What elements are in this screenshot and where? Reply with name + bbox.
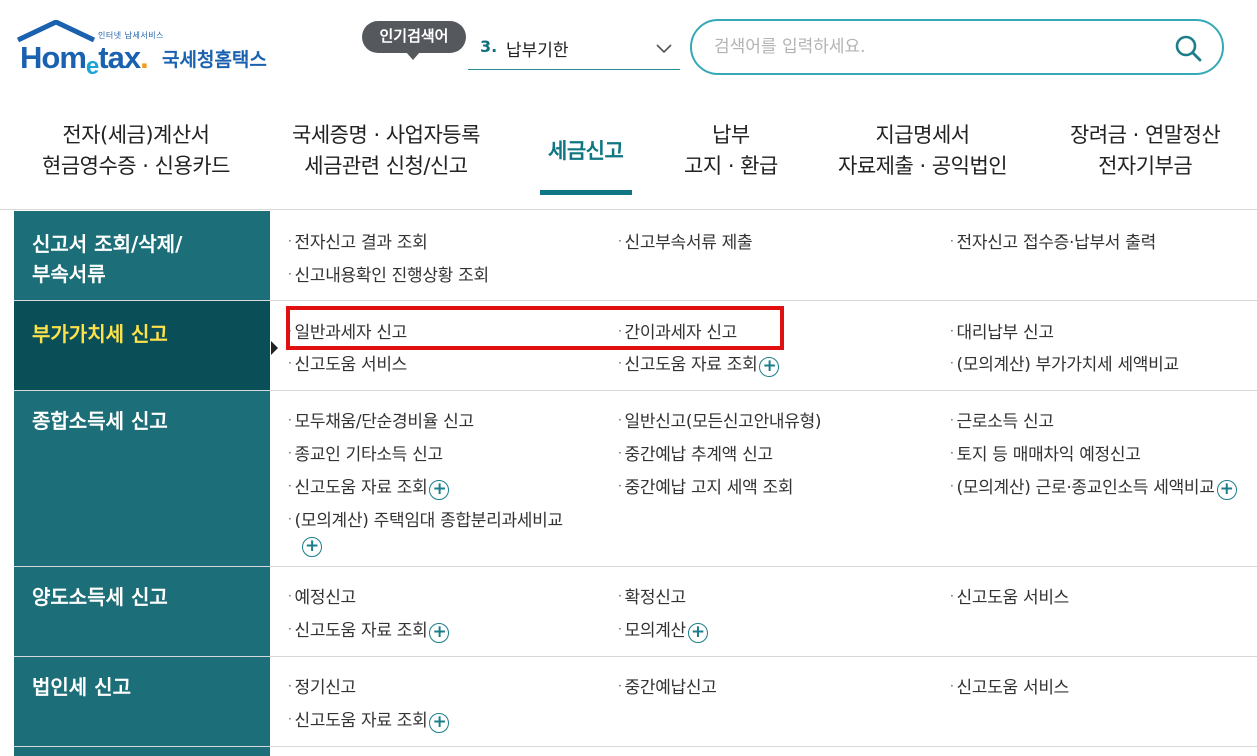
section-side-strip	[14, 747, 270, 756]
menu-link[interactable]: · 모의계산 +	[618, 616, 708, 643]
menu-link[interactable]: · 근로소득 신고	[950, 407, 1054, 432]
nav-certificate[interactable]: 국세증명 · 사업자등록 세금관련 신청/신고	[292, 120, 480, 182]
house-roof-icon	[16, 20, 96, 42]
menu-link[interactable]: · (모의계산) 부가가치세 세액비교	[950, 350, 1179, 375]
highlight-box	[286, 306, 784, 350]
menu-link[interactable]: · (모의계산) 근로·종교인소득 세액비교 +	[950, 473, 1237, 500]
menu-link[interactable]: · 토지 등 매매차익 예정신고	[950, 440, 1141, 465]
section-income-tax: 종합소득세 신고 · 모두채움/단순경비율 신고 · 일반신고(모든신고안내유형) …	[14, 391, 1257, 567]
section-title-line: 부속서류	[32, 262, 106, 286]
hometax-logo[interactable]: 인터넷 납세서비스 Hometax. 국세청홈택스	[14, 18, 284, 80]
popular-search-select[interactable]: 3. 납부기한	[468, 30, 680, 70]
menu-link[interactable]: · 전자신고 결과 조회	[288, 228, 428, 253]
plus-icon[interactable]: +	[687, 623, 708, 643]
menu-link[interactable]: · 신고도움 서비스	[288, 350, 407, 375]
section-title-line: 종합소득세 신고	[32, 409, 168, 433]
section-title[interactable]: 법인세 신고	[14, 657, 270, 746]
header: 인터넷 납세서비스 Hometax. 국세청홈택스 인기검색어 3. 납부기한	[0, 0, 1257, 100]
section-title-line: 법인세 신고	[32, 675, 131, 699]
menu-link[interactable]: · 신고도움 서비스	[950, 583, 1069, 608]
menu-link[interactable]: · 신고도움 자료 조회 +	[288, 706, 450, 733]
nav-label: 현금영수증 · 신용카드	[42, 154, 230, 178]
section-title[interactable]: 신고서 조회/삭제/ 부속서류	[14, 211, 270, 300]
search-icon[interactable]	[1174, 34, 1202, 62]
plus-icon[interactable]: +	[429, 713, 450, 733]
section-corporate-tax: 법인세 신고 · 정기신고 · 중간예납신고 · 신고도움 서비스 · 신고도움 자료 …	[14, 657, 1257, 747]
plus-icon[interactable]: +	[302, 537, 322, 557]
menu-link[interactable]: · 종교인 기타소득 신고	[288, 440, 443, 465]
popular-rank: 3.	[480, 37, 498, 56]
menu-link[interactable]: · 신고부속서류 제출	[618, 228, 753, 253]
menu-link[interactable]: · 정기신고	[288, 673, 356, 698]
menu-link[interactable]: · 신고도움 자료 조회 +	[288, 473, 450, 500]
popular-keyword: 납부기한	[506, 41, 569, 61]
logo-brand: Hometax.	[20, 40, 149, 80]
menu-content: 신고서 조회/삭제/ 부속서류 · 전자신고 결과 조회 · 신고부속서류 제출 ·…	[14, 211, 1257, 756]
section-links: · 모두채움/단순경비율 신고 · 일반신고(모든신고안내유형) · 근로소득 신고 …	[270, 391, 1257, 566]
plus-icon[interactable]: +	[1216, 480, 1237, 500]
nav-label: 세금신고	[548, 139, 624, 163]
nav-label: 전자(세금)계산서	[62, 123, 210, 147]
section-title[interactable]: 양도소득세 신고	[14, 567, 270, 656]
section-links: · 예정신고 · 확정신고 · 신고도움 서비스 · 신고도움 자료 조회 + · 모의계산…	[270, 567, 1257, 656]
nav-active-indicator	[540, 190, 632, 195]
nav-e-invoice[interactable]: 전자(세금)계산서 현금영수증 · 신용카드	[42, 120, 230, 182]
menu-link[interactable]: · 신고도움 서비스	[950, 673, 1069, 698]
menu-link[interactable]: · 신고도움 자료 조회 +	[618, 350, 780, 377]
plus-icon[interactable]: +	[429, 480, 450, 500]
nav-tax-filing[interactable]: 세금신고	[548, 136, 624, 167]
main-navigation: 전자(세금)계산서 현금영수증 · 신용카드 국세증명 · 사업자등록 세금관련…	[0, 100, 1257, 210]
section-links: · 정기신고 · 중간예납신고 · 신고도움 서비스 · 신고도움 자료 조회 +	[270, 657, 1257, 746]
logo-brand-kr: 국세청홈택스	[162, 49, 267, 71]
menu-link[interactable]: · 중간예납 고지 세액 조회	[618, 473, 794, 498]
nav-payment[interactable]: 납부 고지 · 환급	[684, 120, 778, 182]
section-transfer-tax: 양도소득세 신고 · 예정신고 · 확정신고 · 신고도움 서비스 · 신고도움 자료 …	[14, 567, 1257, 657]
menu-link[interactable]: +	[300, 535, 322, 557]
nav-label: 장려금 · 연말정산	[1070, 123, 1221, 147]
section-title-line: 양도소득세 신고	[32, 585, 168, 609]
section-title-line: 부가가치세 신고	[32, 322, 168, 346]
menu-link[interactable]: · 모두채움/단순경비율 신고	[288, 407, 474, 432]
nav-label: 지급명세서	[875, 123, 970, 147]
menu-link[interactable]: · 중간예납 추계액 신고	[618, 440, 773, 465]
menu-link[interactable]: · 일반신고(모든신고안내유형)	[618, 407, 822, 432]
nav-label: 세금관련 신청/신고	[304, 154, 468, 178]
menu-link[interactable]: · 대리납부 신고	[950, 318, 1054, 343]
menu-link[interactable]: · 신고도움 자료 조회 +	[288, 616, 450, 643]
nav-label: 자료제출 · 공익법인	[838, 154, 1008, 178]
menu-link[interactable]: · 예정신고	[288, 583, 356, 608]
plus-icon[interactable]: +	[759, 357, 780, 377]
nav-incentive[interactable]: 장려금 · 연말정산 전자기부금	[1070, 120, 1221, 182]
nav-label: 국세증명 · 사업자등록	[292, 123, 480, 147]
menu-link[interactable]: · 전자신고 접수증·납부서 출력	[950, 228, 1156, 253]
section-return-inquiry: 신고서 조회/삭제/ 부속서류 · 전자신고 결과 조회 · 신고부속서류 제출 ·…	[14, 211, 1257, 301]
nav-label: 전자기부금	[1098, 154, 1193, 178]
menu-link[interactable]: · 중간예납신고	[618, 673, 717, 698]
chevron-down-icon	[656, 44, 672, 54]
popular-search-badge: 인기검색어	[362, 21, 466, 60]
section-title[interactable]: 부가가치세 신고	[14, 301, 270, 390]
search-input[interactable]	[714, 33, 1154, 61]
section-links: · 전자신고 결과 조회 · 신고부속서류 제출 · 전자신고 접수증·납부서 출력 …	[270, 211, 1257, 300]
plus-icon[interactable]: +	[429, 623, 450, 643]
section-title[interactable]: 종합소득세 신고	[14, 391, 270, 566]
search-box	[690, 19, 1224, 75]
nav-payment-statement[interactable]: 지급명세서 자료제출 · 공익법인	[838, 120, 1008, 182]
nav-label: 납부	[712, 123, 750, 147]
menu-link[interactable]: · (모의계산) 주택임대 종합분리과세비교	[288, 506, 563, 531]
menu-link[interactable]: · 신고내용확인 진행상황 조회	[288, 261, 489, 286]
nav-label: 고지 · 환급	[684, 154, 778, 178]
section-title-line: 신고서 조회/삭제/	[32, 232, 183, 256]
menu-link[interactable]: · 확정신고	[618, 583, 686, 608]
